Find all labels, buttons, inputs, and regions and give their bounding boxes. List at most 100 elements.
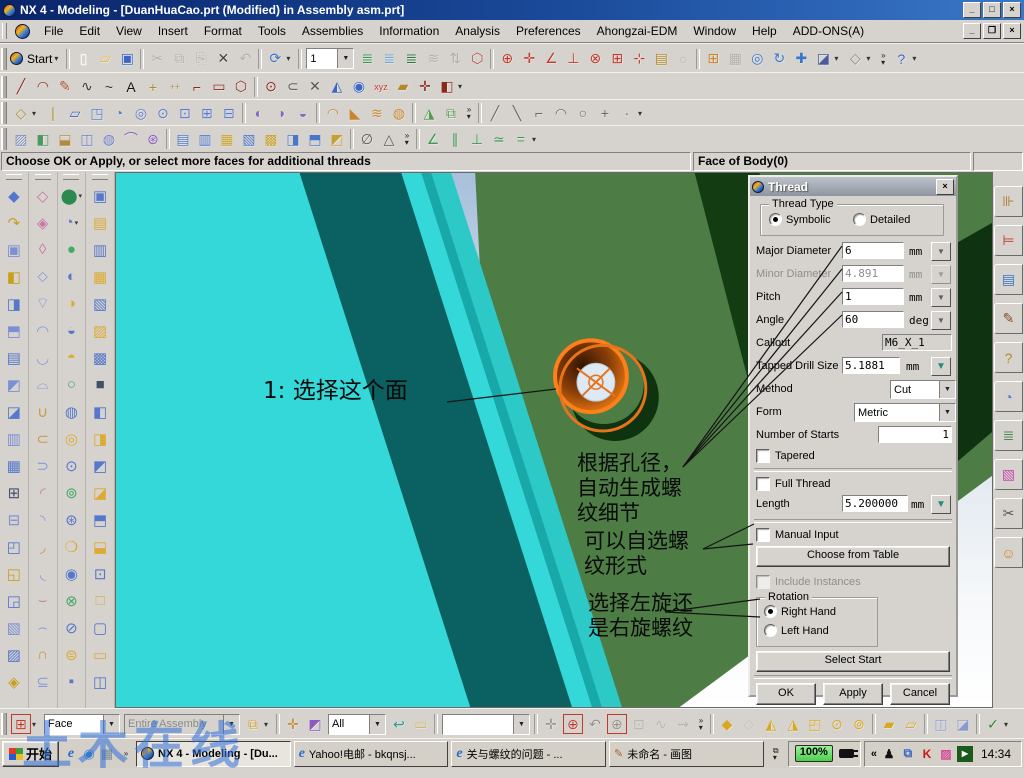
- dropdown-caret-icon[interactable]: ▾: [264, 713, 274, 735]
- selection-filter-combo[interactable]: Face ▼: [44, 713, 120, 735]
- rail-grip[interactable]: [34, 174, 51, 180]
- join-icon[interactable]: ⊛: [142, 128, 164, 150]
- asm-link-icon[interactable]: ▱: [900, 713, 922, 735]
- shell-icon[interactable]: ◍: [388, 102, 410, 124]
- sheet-op-icon-icon[interactable]: ◡: [30, 344, 56, 371]
- feature-icon-icon[interactable]: ▤: [1, 344, 27, 371]
- cut-icon[interactable]: ✂: [146, 48, 168, 70]
- edit-feature-icon-icon[interactable]: ⬓: [87, 533, 113, 560]
- edit-feature-icon-icon[interactable]: ▭: [87, 641, 113, 668]
- right-hand-radio[interactable]: Right Hand: [764, 605, 836, 618]
- arc-icon[interactable]: ◠: [32, 76, 54, 98]
- tapped-drill-spinner[interactable]: ▼: [931, 357, 951, 376]
- snap-mid-icon[interactable]: ⊕: [562, 713, 584, 735]
- method-combo[interactable]: Cut ▼: [890, 380, 956, 399]
- studio-spline-icon[interactable]: ∿: [76, 76, 98, 98]
- starts-field[interactable]: 1: [878, 426, 952, 443]
- layer-move-icon[interactable]: ⇅: [444, 48, 466, 70]
- sheet-op-icon-icon[interactable]: ⌢: [30, 614, 56, 641]
- layer-visible-icon[interactable]: ≣: [356, 48, 378, 70]
- rectangle-icon[interactable]: ▭: [208, 76, 230, 98]
- sheet-op-icon-icon[interactable]: ⬦: [30, 263, 56, 290]
- assembly-constraint2-icon[interactable]: ⊨: [994, 225, 1023, 256]
- feature-icon-icon[interactable]: ◩: [1, 371, 27, 398]
- snap-end-icon[interactable]: ✛: [540, 713, 562, 735]
- sheet-op-icon-icon[interactable]: ◜: [30, 479, 56, 506]
- menu-ahongzai-edm[interactable]: Ahongzai-EDM: [589, 22, 686, 40]
- symbolic-radio-dot[interactable]: [769, 213, 782, 226]
- project-curve-icon[interactable]: ⬓: [54, 128, 76, 150]
- feature-icon-icon[interactable]: ▣: [1, 236, 27, 263]
- graphics-tray-icon[interactable]: ▨: [938, 746, 954, 762]
- snap-arc-icon[interactable]: ↶: [584, 713, 606, 735]
- orient-view-icon[interactable]: ⟳: [264, 48, 286, 70]
- layer-work-icon[interactable]: ≣: [378, 48, 400, 70]
- menu-tools[interactable]: Tools: [250, 22, 294, 40]
- right-hand-radio-dot[interactable]: [764, 605, 777, 618]
- surface-tool-icon-icon[interactable]: ◑: [58, 290, 84, 317]
- edit-feature-icon-icon[interactable]: ◩: [87, 452, 113, 479]
- surface-tool-icon-icon[interactable]: ◐: [58, 263, 84, 290]
- dropdown-caret-icon[interactable]: ▾: [32, 713, 42, 735]
- dropdown-caret-icon[interactable]: ▾: [866, 48, 876, 70]
- feature-icon-icon[interactable]: ⊟: [1, 506, 27, 533]
- method-combo-arrow-icon[interactable]: ▼: [939, 381, 955, 398]
- wcs-origin-icon[interactable]: ⊕: [496, 48, 518, 70]
- asm-pattern-icon[interactable]: ◰: [804, 713, 826, 735]
- edit-feature-icon-icon[interactable]: ▥: [87, 236, 113, 263]
- feature-icon-icon[interactable]: ◧: [1, 263, 27, 290]
- child-minimize-button[interactable]: _: [963, 23, 981, 39]
- surface-tool-icon-icon[interactable]: ▪: [58, 668, 84, 695]
- offset-curve-icon[interactable]: ✛: [414, 76, 436, 98]
- toolbar-overflow-icon[interactable]: » ▾: [694, 713, 708, 735]
- pan-view-icon[interactable]: ✚: [790, 48, 812, 70]
- detailed-radio[interactable]: Detailed: [853, 213, 910, 226]
- surface-tool-icon-icon[interactable]: ◉: [58, 560, 84, 587]
- select-handle-icon[interactable]: ⬡: [466, 48, 488, 70]
- surface-tool-icon-icon[interactable]: ⊚: [58, 479, 84, 506]
- sheet-op-icon-icon[interactable]: ◝: [30, 506, 56, 533]
- trim-body-icon[interactable]: ◮: [418, 102, 440, 124]
- form-combo-arrow-icon[interactable]: ▼: [939, 404, 955, 421]
- ellipse-icon[interactable]: ⊙: [260, 76, 282, 98]
- menu-preferences[interactable]: Preferences: [508, 22, 589, 40]
- analysis-icon[interactable]: △: [378, 128, 400, 150]
- desktop-band-button[interactable]: ⧉ ▾: [767, 743, 785, 765]
- open-file-icon[interactable]: ▱: [94, 48, 116, 70]
- feature-icon-icon[interactable]: ▦: [1, 452, 27, 479]
- surface-tool-icon-icon[interactable]: ⊙: [58, 452, 84, 479]
- choose-from-table-button[interactable]: Choose from Table: [756, 546, 950, 567]
- selection-filter-icon[interactable]: ⊞: [10, 713, 32, 735]
- instance-icon[interactable]: ⧉: [440, 102, 462, 124]
- asm-mirror-icon[interactable]: ◭: [760, 713, 782, 735]
- measure-icon[interactable]: ∅: [356, 128, 378, 150]
- asm-group-icon[interactable]: ▰: [878, 713, 900, 735]
- menu-add-ons[interactable]: ADD-ONS(A): [785, 22, 872, 40]
- constraint-equal-icon[interactable]: =: [510, 128, 532, 150]
- edit-feature-icon-icon[interactable]: ⬒: [87, 506, 113, 533]
- angle-field[interactable]: 60: [842, 311, 904, 328]
- taskbar-task-4[interactable]: ✎ 未命名 - 画图: [609, 740, 764, 767]
- line-icon[interactable]: ╱: [10, 76, 32, 98]
- sketch-circle-icon[interactable]: ○: [572, 102, 594, 124]
- snap-center-icon[interactable]: ⊕: [606, 713, 628, 735]
- layer-category-icon[interactable]: ≋: [422, 48, 444, 70]
- sketch-dot-icon[interactable]: ·: [616, 102, 638, 124]
- sketch-line-icon[interactable]: ╱: [484, 102, 506, 124]
- angle-spinner[interactable]: ▼: [931, 311, 951, 330]
- toolbar-overflow-icon[interactable]: » ▾: [462, 102, 476, 124]
- surface-tool-icon-icon[interactable]: ⊛: [58, 506, 84, 533]
- toolbar-grip[interactable]: [1, 47, 7, 70]
- assembly-constraint-icon[interactable]: ⊪: [994, 186, 1023, 217]
- boss-icon[interactable]: ⊙: [152, 102, 174, 124]
- new-file-icon[interactable]: ▯: [72, 48, 94, 70]
- sketch-arc-icon[interactable]: ◠: [550, 102, 572, 124]
- dropdown-caret-icon[interactable]: ▾: [532, 128, 542, 150]
- law-extension-icon[interactable]: ◩: [326, 128, 348, 150]
- qq-tray-icon[interactable]: ♟: [881, 746, 897, 762]
- delete-icon[interactable]: ✕: [212, 48, 234, 70]
- mirror-curve-icon[interactable]: ◧: [436, 76, 458, 98]
- edge-blend-icon[interactable]: ◠: [322, 102, 344, 124]
- sketch-corner-icon[interactable]: ⌐: [528, 102, 550, 124]
- wcs-dynamics-icon[interactable]: ✛: [518, 48, 540, 70]
